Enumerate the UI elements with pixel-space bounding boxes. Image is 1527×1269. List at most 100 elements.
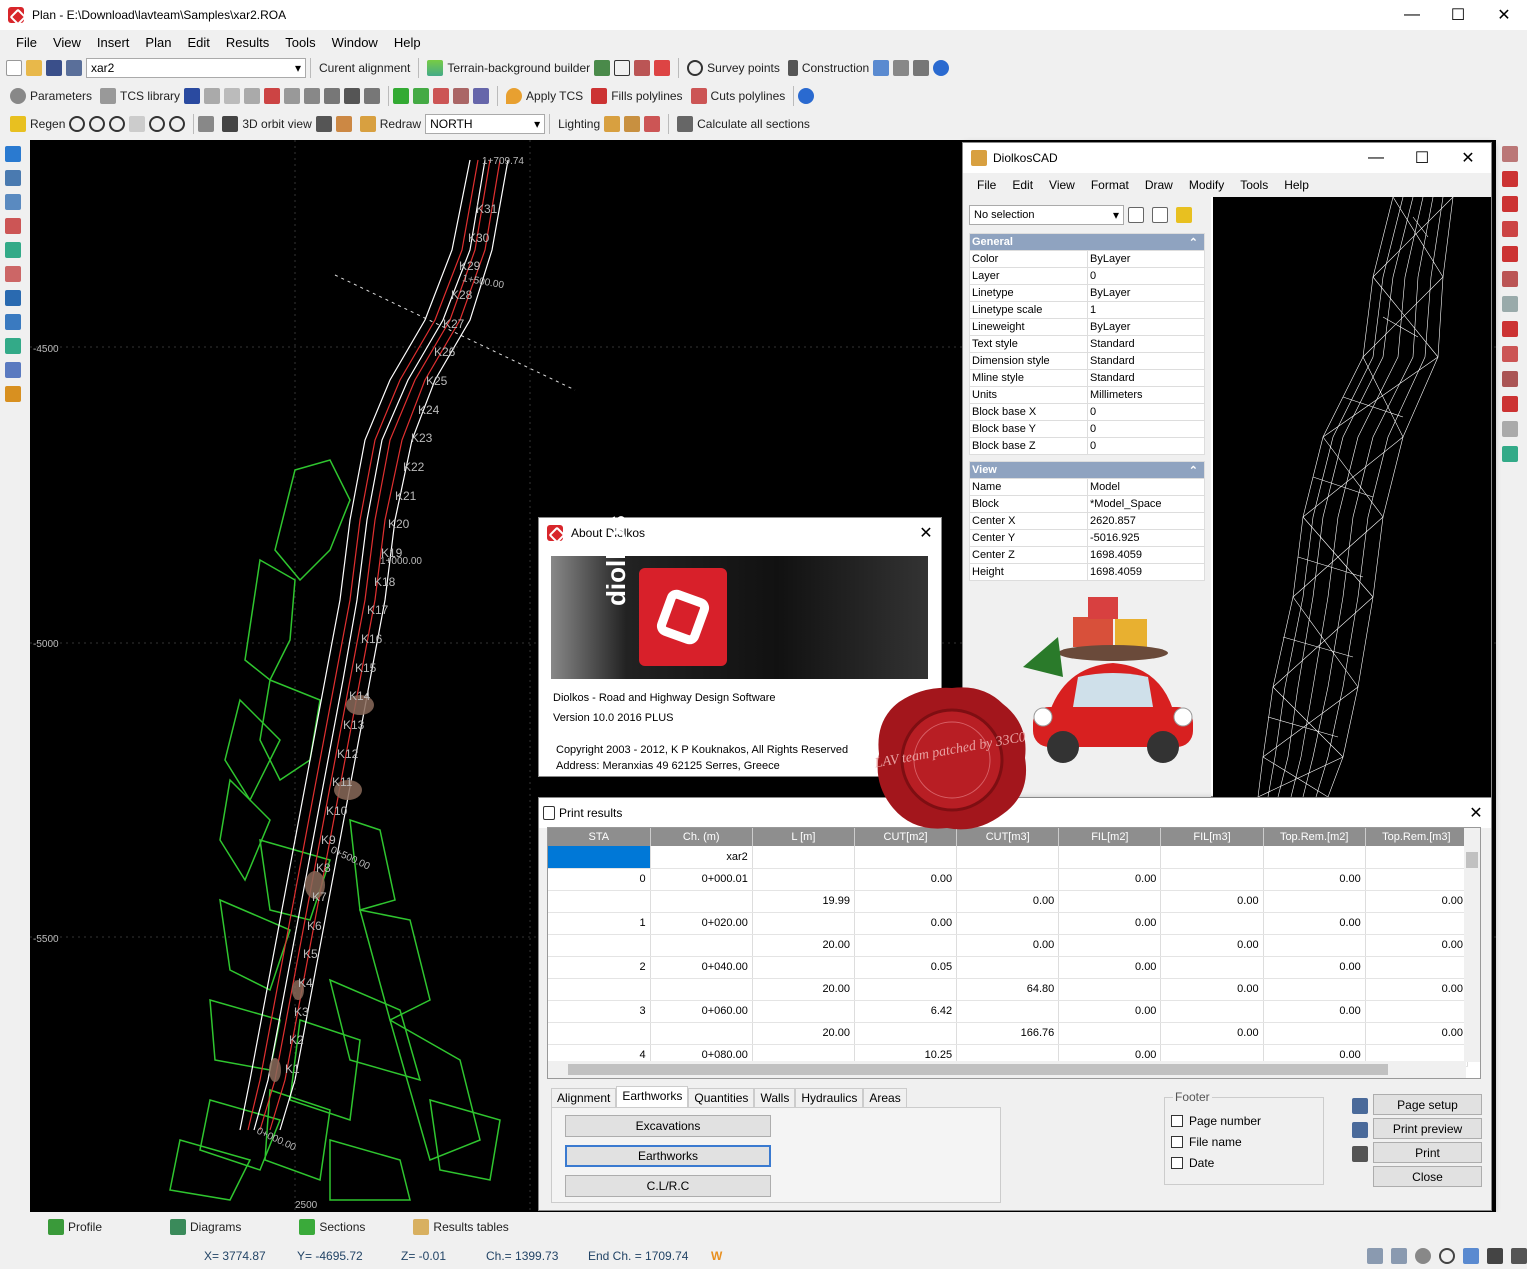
property-row[interactable]: Height 1698.4059: [969, 563, 1205, 581]
property-value[interactable]: Millimeters: [1087, 386, 1205, 404]
maximize-button[interactable]: ☐: [1399, 143, 1445, 173]
general-section-header[interactable]: General ⌃: [969, 233, 1205, 251]
volume-icon[interactable]: [644, 116, 661, 132]
help-icon[interactable]: [933, 60, 950, 76]
grid-points-icon[interactable]: [5, 362, 21, 378]
curb-icon[interactable]: [244, 88, 261, 104]
pen-stripe-icon[interactable]: [1501, 246, 1518, 262]
fill-section-icon[interactable]: [393, 88, 410, 104]
property-value[interactable]: Standard: [1087, 335, 1205, 353]
table-row[interactable]: 20.00 0.00 0.00 0.00: [548, 934, 1469, 957]
table-row[interactable]: 1 0+020.00 0.00 0.00 0.00: [548, 912, 1469, 935]
property-row[interactable]: Mline style Standard: [969, 369, 1205, 387]
menu-insert[interactable]: Insert: [89, 35, 138, 50]
current-alignment-button[interactable]: Curent alignment: [315, 57, 414, 79]
bus-icon[interactable]: [5, 386, 21, 402]
property-row[interactable]: Linetype scale 1: [969, 301, 1205, 319]
table-row[interactable]: 20.00 166.76 0.00 0.00: [548, 1022, 1469, 1045]
property-row[interactable]: Center Z 1698.4059: [969, 546, 1205, 564]
property-value[interactable]: ByLayer: [1087, 284, 1205, 302]
construction-button[interactable]: Construction: [784, 57, 873, 79]
zoom-icon[interactable]: [109, 116, 126, 132]
status-cube-icon[interactable]: [1487, 1247, 1503, 1264]
cad-menu-format[interactable]: Format: [1083, 178, 1137, 192]
chart-icon[interactable]: [1501, 446, 1518, 462]
pan-hand-icon[interactable]: [129, 116, 146, 132]
zoom-out-icon[interactable]: [169, 116, 186, 132]
column-header[interactable]: FIL[m3]: [1160, 828, 1264, 846]
menu-tools[interactable]: Tools: [277, 35, 323, 50]
diagrams-tab[interactable]: Diagrams: [166, 1216, 245, 1238]
survey-points-button[interactable]: Survey points: [683, 57, 784, 79]
slope-icon[interactable]: [604, 116, 621, 132]
property-value[interactable]: Model: [1087, 478, 1205, 496]
marker-red-icon[interactable]: [1501, 346, 1518, 362]
undo-icon[interactable]: [344, 88, 361, 104]
property-value[interactable]: 2620.857: [1087, 512, 1205, 530]
column-header[interactable]: STA: [548, 828, 651, 846]
property-row[interactable]: Name Model: [969, 478, 1205, 496]
layers-icon[interactable]: [594, 60, 611, 76]
lines-icon[interactable]: [1501, 421, 1518, 437]
hatch-icon[interactable]: [1501, 296, 1518, 312]
property-row[interactable]: Block base Z0: [969, 437, 1205, 455]
property-row[interactable]: Text style Standard: [969, 335, 1205, 353]
stack-icon[interactable]: [453, 88, 470, 104]
column-header[interactable]: Top.Rem.[m3]: [1365, 828, 1469, 846]
property-row[interactable]: Block *Model_Space: [969, 495, 1205, 513]
parameters-button[interactable]: Parameters: [6, 85, 96, 107]
minimize-button[interactable]: —: [1353, 143, 1399, 173]
tab-quantities[interactable]: Quantities: [688, 1088, 755, 1107]
layers3-icon[interactable]: [335, 116, 352, 132]
property-value[interactable]: 1698.4059: [1087, 563, 1205, 581]
date-checkbox[interactable]: Date: [1171, 1152, 1261, 1173]
property-row[interactable]: Lineweight ByLayer: [969, 318, 1205, 336]
road-section-icon[interactable]: [204, 88, 221, 104]
tcs-library-button[interactable]: TCS library: [96, 85, 184, 107]
close-button[interactable]: ✕: [1461, 798, 1491, 828]
page-number-checkbox[interactable]: Page number: [1171, 1110, 1261, 1131]
cad-menu-draw[interactable]: Draw: [1137, 178, 1181, 192]
tab-earthworks[interactable]: Earthworks: [616, 1086, 689, 1107]
calculate-sections-button[interactable]: Calculate all sections: [673, 113, 814, 135]
tunnel-icon[interactable]: [264, 88, 281, 104]
pipe-icon[interactable]: [324, 88, 341, 104]
property-row[interactable]: Block base Y0: [969, 420, 1205, 438]
tab-areas[interactable]: Areas: [863, 1088, 907, 1107]
view-section-header[interactable]: View ⌃: [969, 461, 1205, 479]
marker-icon[interactable]: [5, 266, 21, 282]
terrain-mesh-viewport[interactable]: [1213, 196, 1491, 798]
property-value[interactable]: ByLayer: [1087, 318, 1205, 336]
save-icon[interactable]: [46, 60, 62, 76]
settings-icon[interactable]: [893, 60, 910, 76]
edit-table-icon[interactable]: [1501, 146, 1518, 162]
menu-results[interactable]: Results: [218, 35, 277, 50]
property-row[interactable]: Center Y -5016.925: [969, 529, 1205, 547]
alignment-icon[interactable]: [5, 146, 21, 162]
horizontal-scrollbar[interactable]: [548, 1061, 1466, 1078]
import-icon[interactable]: [873, 60, 890, 76]
results-tables-tab[interactable]: Results tables: [409, 1216, 512, 1238]
menu-view[interactable]: View: [45, 35, 89, 50]
quick-select-icon[interactable]: [1152, 207, 1168, 223]
redo-icon[interactable]: [364, 88, 381, 104]
save-all-icon[interactable]: [66, 60, 82, 76]
zoom-window-icon[interactable]: [89, 116, 106, 132]
terrain-builder-button[interactable]: Terrain-background builder: [423, 57, 594, 79]
direction-select[interactable]: NORTH ▾: [425, 114, 546, 134]
results-grid[interactable]: STA Ch. (m) L [m] CUT[m2] CUT[m3] FIL[m2] FIL[…: [547, 827, 1481, 1079]
close-print-button[interactable]: Close: [1373, 1166, 1482, 1187]
pen-red2-icon[interactable]: [1501, 196, 1518, 212]
wrench-icon[interactable]: [913, 60, 930, 76]
cad-menu-help[interactable]: Help: [1276, 178, 1317, 192]
sections-tab[interactable]: Sections: [295, 1216, 369, 1238]
info-icon[interactable]: [798, 88, 815, 104]
cuts-polylines-button[interactable]: Cuts polylines: [687, 85, 790, 107]
property-row[interactable]: Block base X0: [969, 403, 1205, 421]
measure-icon[interactable]: [634, 60, 651, 76]
property-row[interactable]: Color ByLayer: [969, 250, 1205, 268]
project-select[interactable]: xar2 ▾: [86, 58, 306, 78]
property-value[interactable]: -5016.925: [1087, 529, 1205, 547]
property-row[interactable]: Layer 0: [969, 267, 1205, 285]
wall-icon[interactable]: [304, 88, 321, 104]
